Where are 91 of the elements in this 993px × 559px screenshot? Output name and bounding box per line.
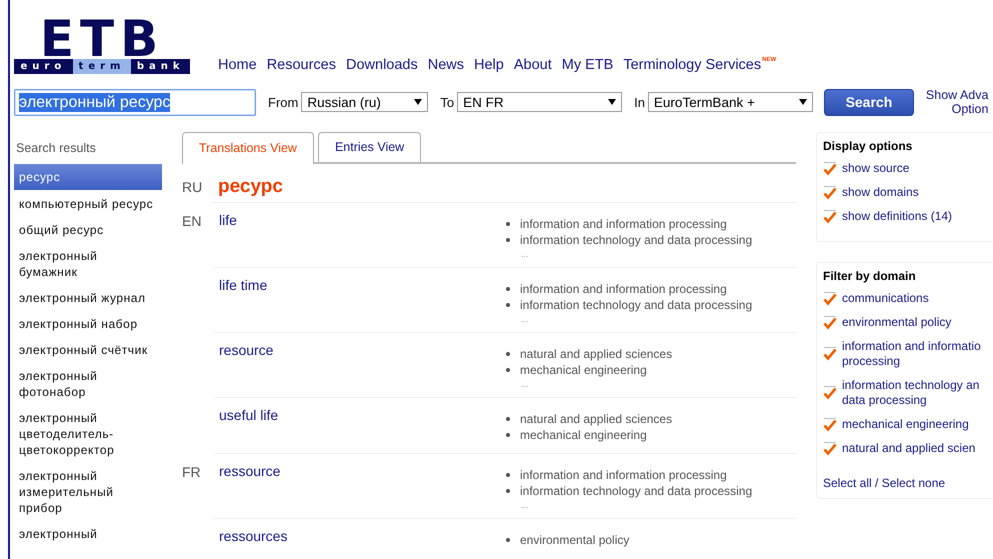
checkbox[interactable] (823, 347, 837, 361)
option-label[interactable]: information and informatio processing (842, 339, 981, 369)
bullet-icon (506, 352, 510, 356)
option-label[interactable]: mechanical engineering (842, 417, 969, 432)
dropdown-arrow-icon (608, 99, 616, 105)
bullet-icon (506, 222, 510, 226)
result-item[interactable]: электронный фотонабор (14, 363, 162, 405)
term-link[interactable]: resource (219, 342, 506, 397)
domain-text: environmental policy (520, 532, 630, 548)
result-item[interactable]: ресурс (14, 164, 162, 190)
field-label: In (634, 94, 645, 110)
bullet-icon (506, 368, 510, 372)
logo-word[interactable]: term (72, 59, 132, 74)
logo-mark[interactable]: ETB (14, 19, 190, 59)
domain-text: information and information processing (520, 467, 727, 483)
result-item[interactable]: электронный журнал (14, 285, 162, 311)
language-select[interactable]: EN FR (457, 92, 622, 112)
option-label[interactable]: communications (842, 291, 929, 306)
advanced-options-link[interactable]: Show Adva Option (926, 88, 988, 116)
checkbox[interactable] (823, 292, 837, 306)
field-label: From (268, 94, 298, 110)
bullet-icon (506, 489, 510, 493)
language-code: RU (182, 179, 204, 195)
result-item[interactable]: электронный измерительный прибор (14, 463, 162, 521)
panel-title: Filter by domain (823, 269, 917, 283)
nav-link[interactable]: My ETB (562, 57, 614, 73)
option-label[interactable]: show domains (842, 185, 919, 200)
search-button[interactable]: Search (824, 88, 914, 116)
result-item[interactable]: электронный цветоделитель-цветокорректор (14, 405, 162, 463)
term-link[interactable]: life (219, 212, 506, 267)
option-label[interactable]: show definitions (14) (842, 209, 952, 224)
bullet-icon (506, 238, 510, 242)
checkbox[interactable] (823, 386, 837, 400)
checkbox[interactable] (823, 442, 837, 456)
domain-text: mechanical engineering (520, 362, 647, 378)
bullet-icon (506, 303, 510, 307)
domain-text: mechanical engineering (520, 427, 647, 443)
term-link[interactable]: ressources (219, 528, 506, 559)
panel-title: Display options (823, 139, 914, 153)
domain-text: information technology and data processing (520, 232, 752, 248)
result-item[interactable]: электронный счётчик (14, 337, 162, 363)
nav-link[interactable]: News (428, 57, 464, 73)
field-label: To (440, 94, 454, 110)
result-item[interactable]: общий ресурс (14, 217, 162, 243)
result-item[interactable]: электронный набор (14, 311, 162, 337)
logo-word[interactable]: bank (131, 59, 190, 74)
view-tab[interactable]: Entries View (318, 132, 422, 162)
domain-text: information and information processing (520, 216, 727, 232)
sidebar-title: Search results (15, 140, 97, 157)
bullet-icon (506, 538, 510, 542)
term-link[interactable]: useful life (219, 407, 506, 453)
nav-link[interactable]: Terminology Services (623, 57, 762, 73)
option-label[interactable]: show source (842, 161, 910, 176)
bullet-icon (506, 473, 510, 477)
bullet-icon (506, 433, 510, 437)
source-term: ресурс (218, 176, 283, 198)
dropdown-arrow-icon (414, 99, 422, 105)
bullet-icon (506, 287, 510, 291)
nav-link[interactable]: About (514, 57, 552, 73)
domain-text: natural and applied sciences (520, 411, 672, 427)
option-label[interactable]: information technology an data processing (842, 378, 980, 408)
domain-text: natural and applied sciences (520, 346, 672, 362)
result-item[interactable]: электронный (14, 521, 162, 547)
checkbox[interactable] (823, 316, 837, 330)
logo-word[interactable]: euro (14, 59, 73, 74)
bullet-icon (506, 417, 510, 421)
language-code: EN (182, 213, 202, 229)
domain-text: information technology and data processing (520, 483, 752, 499)
domain-text: information technology and data processing (520, 297, 752, 313)
checkbox[interactable] (823, 418, 837, 432)
nav-link[interactable]: Downloads (346, 57, 418, 73)
option-label[interactable]: natural and applied scien (842, 441, 976, 456)
nav-link[interactable]: Home (218, 57, 257, 73)
view-tab[interactable]: Translations View (182, 132, 314, 164)
language-code: FR (182, 464, 201, 480)
checkbox[interactable] (823, 210, 837, 224)
nav-link[interactable]: Resources (266, 57, 336, 73)
checkbox[interactable] (823, 162, 837, 176)
search-field[interactable]: электронный ресурс (14, 88, 256, 116)
result-item[interactable]: электронный бумажник (14, 243, 162, 285)
term-link[interactable]: ressource (219, 463, 506, 518)
select-all-link[interactable]: Select all / Select none (823, 476, 990, 490)
result-item[interactable]: компьютерный ресурс (14, 191, 162, 217)
dropdown-arrow-icon (798, 99, 807, 105)
resource-select[interactable]: EuroTermBank + (648, 92, 813, 112)
nav-link[interactable]: Help (474, 57, 504, 73)
term-link[interactable]: life time (219, 277, 506, 332)
language-select[interactable]: Russian (ru) (301, 92, 428, 112)
checkbox[interactable] (823, 186, 837, 200)
option-label[interactable]: environmental policy (842, 315, 952, 330)
domain-text: information and information processing (520, 281, 727, 297)
